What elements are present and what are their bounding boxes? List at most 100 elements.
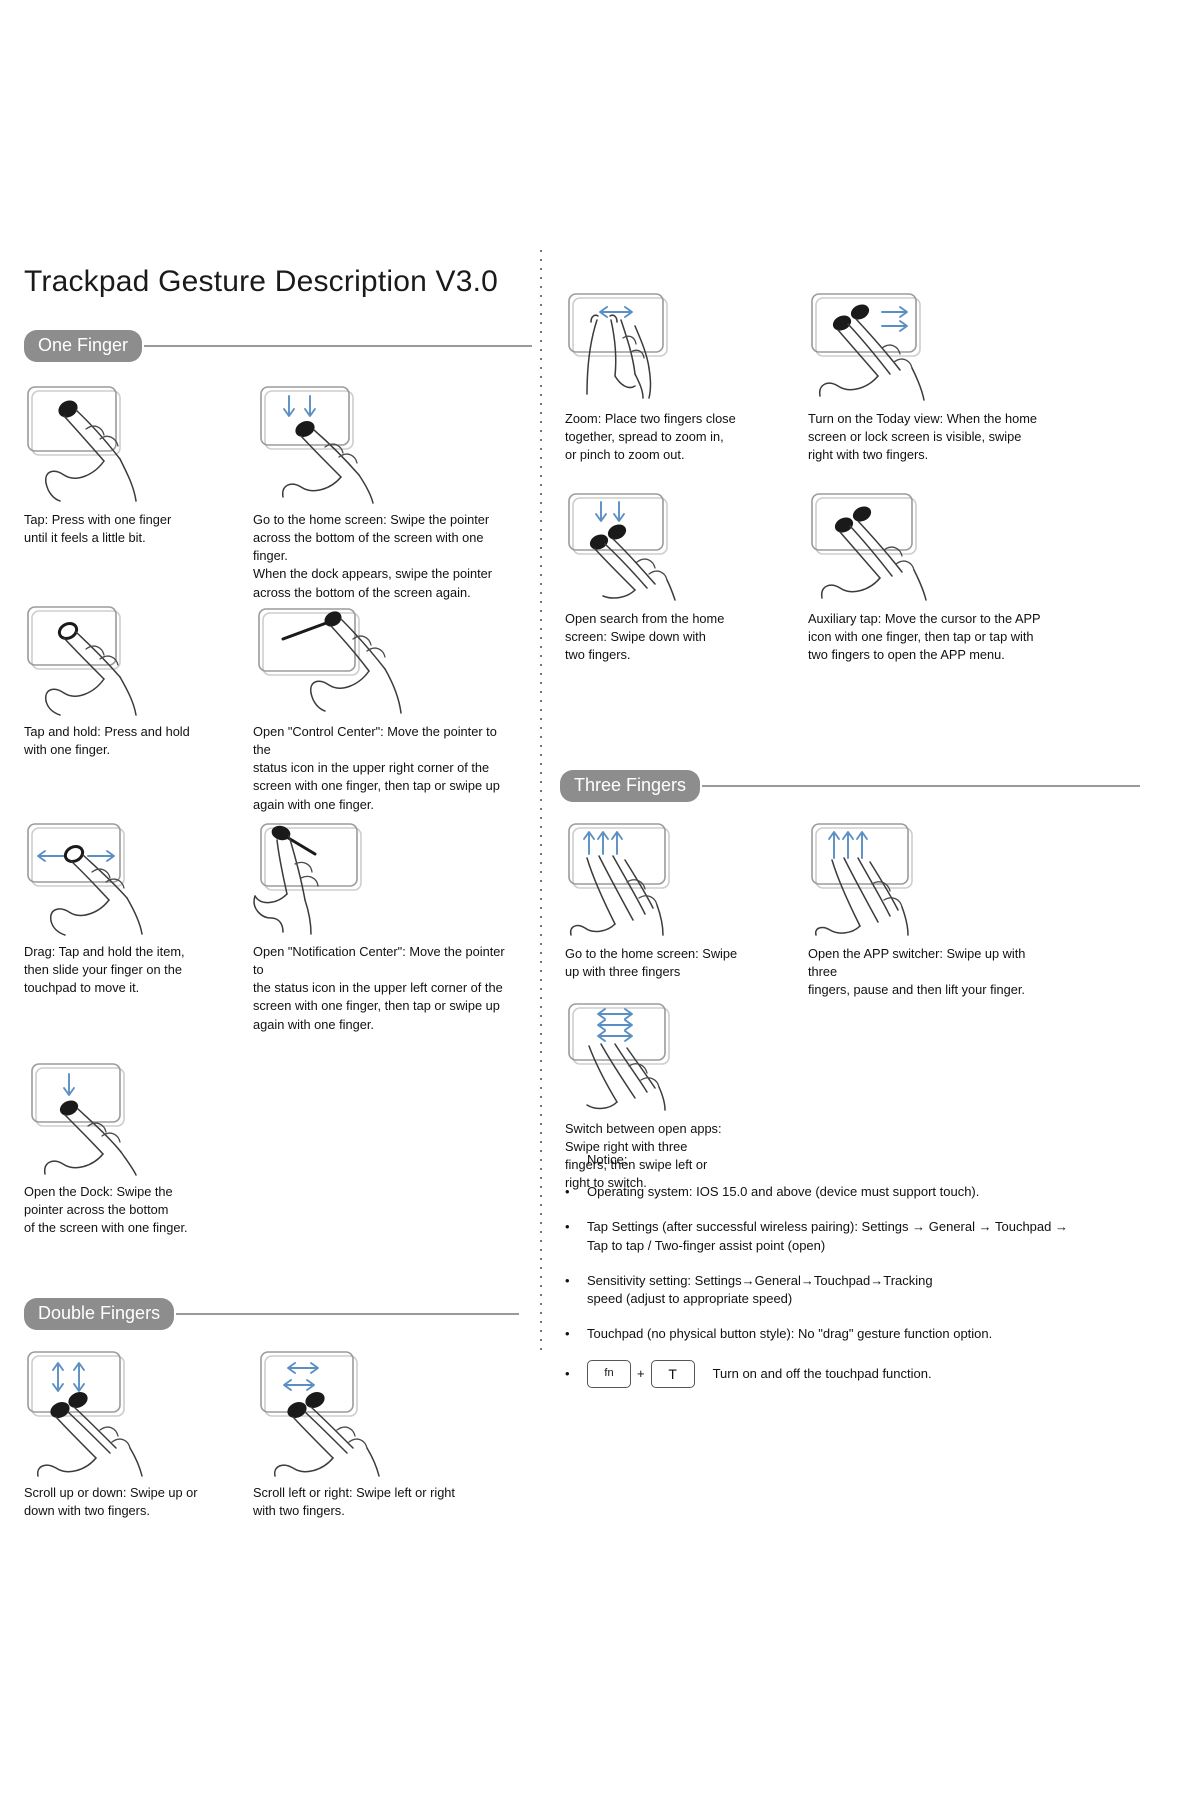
gesture-card-drag: Drag: Tap and hold the item, then slide … [24,820,254,997]
gesture-illustration-scroll-vertical [24,1348,254,1477]
gesture-caption: Scroll left or right: Swipe left or righ… [253,1485,455,1519]
left-right-arrows-icon [283,1362,319,1391]
gesture-card-dock: Open the Dock: Swipe the pointer across … [24,1060,254,1237]
notice-block: Notice: • Operating system: IOS 15.0 and… [565,1152,1185,1404]
two-finger-tap-icon [811,493,927,601]
gesture-caption: Open "Notification Center": Move the poi… [253,944,505,1032]
notice-item-text: Sensitivity setting: Settings→General→To… [587,1272,933,1307]
gesture-card-notification-center: Open "Notification Center": Move the poi… [253,820,518,1034]
gesture-illustration-tap-hold [24,605,254,716]
notice-item-text: Tap Settings (after successful wireless … [587,1218,1068,1253]
gesture-caption: Go to the home screen: Swipe the pointer… [253,512,493,600]
gesture-card-open-search: Open search from the home screen: Swipe … [565,490,785,664]
section-header-one-finger: One Finger [24,330,569,362]
stroke-path-icon [281,620,331,641]
gesture-caption: Auxiliary tap: Move the cursor to the AP… [808,611,1041,663]
page-title: Trackpad Gesture Description V3.0 [24,265,499,298]
gesture-card-tap-hold: Tap and hold: Press and hold with one fi… [24,605,254,759]
one-finger-swipe-down-single-icon [31,1063,137,1176]
notice-item-text: Operating system: IOS 15.0 and above (de… [587,1184,980,1199]
gesture-illustration-zoom [565,290,785,400]
shortcut-label: Turn on and off the touchpad function. [712,1365,932,1381]
gesture-caption: Zoom: Place two fingers close together, … [565,411,736,463]
gesture-illustration-today-view [808,290,1058,401]
bullet-icon: • [565,1365,570,1381]
bullet-icon: • [565,1272,570,1288]
gesture-card-scroll-vertical: Scroll up or down: Swipe up or down with… [24,1348,254,1520]
gesture-card-auxiliary-tap: Auxiliary tap: Move the cursor to the AP… [808,490,1058,664]
section-header-double-fingers: Double Fingers [24,1298,569,1330]
two-finger-pinch-icon [568,293,668,399]
gesture-illustration-home-screen [253,383,513,504]
gesture-card-home-screen: Go to the home screen: Swipe the pointer… [253,383,513,602]
down-arrow-icon [63,1073,75,1096]
three-finger-swipe-up-icon [568,823,670,936]
gesture-caption: Go to the home screen: Swipe up with thr… [565,946,738,980]
gesture-illustration-switch-apps [565,1000,785,1111]
gesture-caption: Tap: Press with one finger until it feel… [24,512,172,546]
gesture-caption: Open "Control Center": Move the pointer … [253,724,500,812]
gesture-card-tap: Tap: Press with one finger until it feel… [24,383,254,547]
three-finger-swipe-horizontal-icon [568,1003,670,1111]
notice-title: Notice: [587,1152,628,1167]
bullet-icon: • [565,1326,570,1342]
gesture-caption: Open the APP switcher: Swipe up with thr… [808,946,1026,998]
gesture-illustration-scroll-horizontal [253,1348,498,1477]
bullet-icon: • [565,1218,570,1234]
column-divider [540,250,542,1350]
one-finger-swipe-down-icon [260,386,374,504]
fn-key[interactable]: fn [587,1360,631,1389]
section-rule [164,1313,520,1315]
section-pill-double-fingers: Double Fingers [24,1298,175,1330]
gesture-caption: Open the Dock: Swipe the pointer across … [24,1184,188,1236]
gesture-illustration-three-home [565,820,795,936]
up-arrows-long-icon [828,831,868,859]
up-arrows-icon [583,831,623,855]
gesture-card-scroll-horizontal: Scroll left or right: Swipe left or righ… [253,1348,498,1520]
section-pill-one-finger: One Finger [24,330,143,362]
gesture-card-zoom: Zoom: Place two fingers close together, … [565,290,785,464]
gesture-illustration-auxiliary-tap [808,490,1058,601]
gesture-caption: Turn on the Today view: When the home sc… [808,411,1038,463]
gesture-caption: Tap and hold: Press and hold with one fi… [24,724,190,758]
plus-sign: + [637,1365,645,1381]
hold-ring-icon [57,622,79,640]
notice-item: • Touchpad (no physical button style): N… [565,1325,1185,1344]
notice-item-shortcut: • fn + T Turn on and off the touchpad fu… [565,1360,1185,1389]
two-finger-swipe-right-icon [811,293,925,401]
gesture-illustration-app-switcher [808,820,1058,936]
one-finger-tap-icon [27,386,137,502]
t-key[interactable]: T [650,1360,695,1389]
shortcut-row: fn + T Turn on and off the touchpad func… [587,1360,932,1389]
notice-item: • Operating system: IOS 15.0 and above (… [565,1183,1185,1202]
gesture-illustration-tap [24,383,254,503]
two-finger-scroll-vertical-icon [27,1351,143,1477]
gesture-illustration-dock [24,1060,254,1176]
gesture-card-today-view: Turn on the Today view: When the home sc… [808,290,1058,464]
section-rule [132,345,533,347]
spread-arrows-icon [599,306,633,318]
one-finger-upper-left-swipe-icon [253,823,362,935]
section-pill-three-fingers: Three Fingers [560,770,701,802]
two-finger-scroll-horizontal-icon [260,1351,380,1477]
notice-item-text: Touchpad (no physical button style): No … [587,1326,993,1342]
down-arrows-icon [283,395,316,417]
section-rule [690,785,1141,787]
gesture-card-app-switcher: Open the APP switcher: Swipe up with thr… [808,820,1058,999]
notice-item: • Tap Settings (after successful wireles… [565,1218,1185,1256]
one-finger-corner-swipe-icon [258,608,402,714]
two-finger-swipe-down-icon [568,493,676,601]
gesture-caption: Drag: Tap and hold the item, then slide … [24,944,185,996]
bullet-icon: • [565,1184,570,1199]
up-down-arrows-icon [52,1362,85,1392]
gesture-guide-page: Trackpad Gesture Description V3.0 One Fi… [0,0,1200,1800]
gesture-caption: Scroll up or down: Swipe up or down with… [24,1485,198,1519]
gesture-illustration-control-center [253,605,518,715]
notice-item: • Sensitivity setting: Settings→General→… [565,1272,1185,1310]
one-finger-hold-icon [27,606,137,716]
gesture-card-three-home: Go to the home screen: Swipe up with thr… [565,820,795,981]
down-arrows-icon [595,501,625,522]
one-finger-drag-icon [27,823,143,936]
gesture-illustration-drag [24,820,254,936]
gesture-card-control-center: Open "Control Center": Move the pointer … [253,605,518,814]
